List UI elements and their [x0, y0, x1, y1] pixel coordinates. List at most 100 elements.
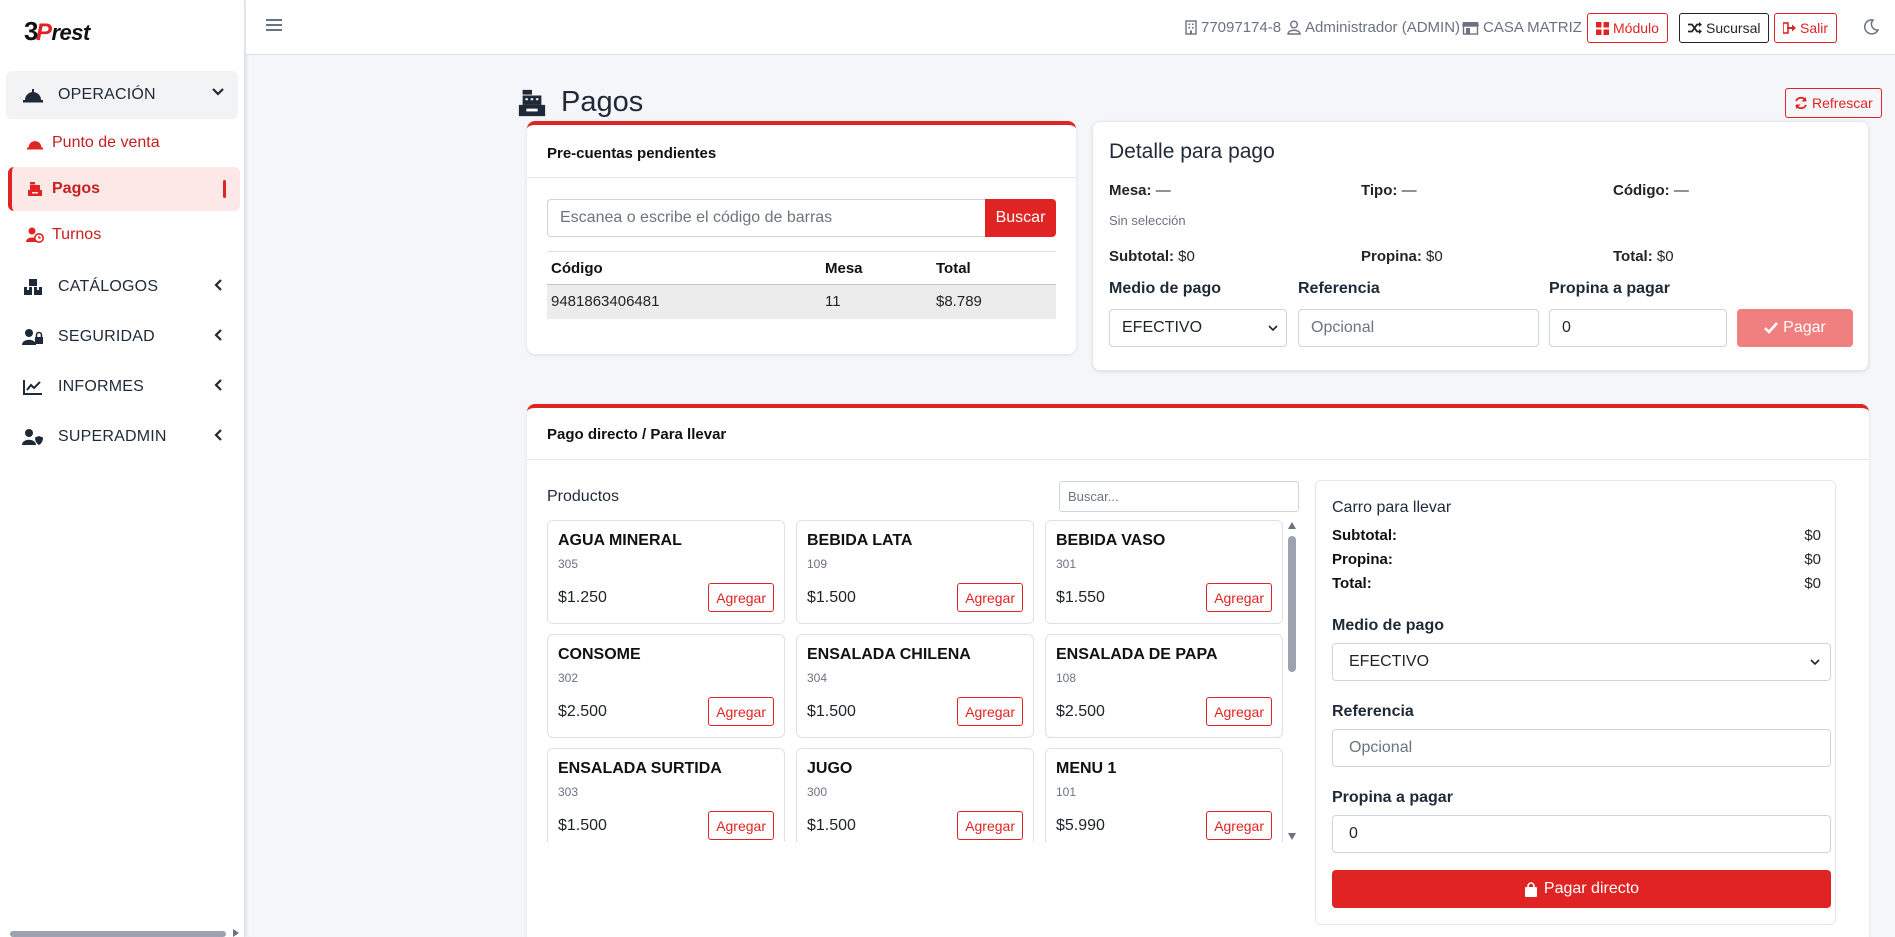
agregar-button[interactable]: Agregar: [1206, 583, 1272, 612]
agregar-button[interactable]: Agregar: [1206, 811, 1272, 840]
detalle-title: Detalle para pago: [1109, 140, 1275, 163]
product-search-input[interactable]: Buscar...: [1059, 481, 1299, 512]
shuffle-icon: [1688, 22, 1706, 34]
column-header: Código: [547, 251, 821, 285]
product-price: $1.550: [1056, 589, 1105, 606]
propina-pagar-label: Propina a pagar: [1549, 280, 1670, 297]
product-card: ENSALADA DE PAPA 108 $2.500 Agregar: [1045, 634, 1283, 738]
total-label: Total:: [1613, 248, 1653, 265]
moon-icon[interactable]: [1863, 19, 1879, 35]
sidebar-item-turnos[interactable]: Turnos: [8, 213, 240, 257]
user-icon: [1287, 20, 1305, 35]
product-name: MENU 1: [1056, 760, 1117, 777]
cart-referencia-input[interactable]: Opcional: [1332, 729, 1831, 767]
brand-logo[interactable]: 3Prest: [0, 0, 244, 62]
sidebar-section-label: SEGURIDAD: [58, 328, 155, 345]
menu-toggle-icon[interactable]: [266, 18, 282, 32]
precuentas-title: Pre-cuentas pendientes: [547, 145, 717, 162]
agregar-button[interactable]: Agregar: [708, 697, 774, 726]
codigo-label: Código:: [1613, 182, 1670, 199]
buscar-button[interactable]: Buscar: [985, 199, 1056, 237]
cash-register-icon: [26, 180, 44, 198]
sidebar-section-label: OPERACIÓN: [58, 86, 156, 103]
sidebar-section-catalogos[interactable]: CATÁLOGOS: [6, 263, 238, 311]
product-price: $1.500: [807, 703, 856, 720]
product-scrollbar[interactable]: [1285, 520, 1299, 842]
product-price: $5.990: [1056, 817, 1105, 834]
subtotal-field: Subtotal: $0: [1109, 248, 1195, 265]
product-name: ENSALADA CHILENA: [807, 646, 971, 663]
cart-total-row: Total: $0: [1332, 575, 1821, 592]
sidebar-item-label: Punto de venta: [52, 134, 160, 151]
product-card: CONSOME 302 $2.500 Agregar: [547, 634, 785, 738]
sidebar-item-label: Pagos: [52, 180, 101, 197]
sidebar-item-punto-de-venta[interactable]: Punto de venta: [8, 121, 240, 165]
logo-text: rest: [51, 19, 90, 45]
sidebar-scrollbar[interactable]: [10, 931, 226, 937]
sidebar-item-pagos[interactable]: Pagos: [8, 167, 240, 211]
agregar-button[interactable]: Agregar: [957, 697, 1023, 726]
medio-pago-value: EFECTIVO: [1122, 319, 1203, 336]
mesa-label: Mesa:: [1109, 182, 1152, 199]
product-name: CONSOME: [558, 646, 641, 663]
sucursal-button[interactable]: Sucursal: [1679, 13, 1770, 43]
subtotal-label: Subtotal:: [1109, 248, 1174, 265]
scroll-thumb[interactable]: [1288, 536, 1296, 672]
product-card: MENU 1 101 $5.990 Agregar: [1045, 748, 1283, 842]
agregar-button[interactable]: Agregar: [708, 583, 774, 612]
cart-propina-pagar-input[interactable]: 0: [1332, 815, 1831, 853]
salir-label: Salir: [1800, 20, 1829, 36]
propina-label: Propina:: [1361, 248, 1422, 265]
sidebar: 3Prest OPERACIÓN Punto de venta Pagos Tu…: [0, 0, 245, 937]
chevron-left-icon: [214, 379, 224, 391]
product-code: 304: [807, 671, 828, 685]
chevron-left-icon: [214, 429, 224, 441]
sidebar-section-operacion[interactable]: OPERACIÓN: [6, 71, 238, 119]
product-price: $2.500: [558, 703, 607, 720]
cart-total-value: $0: [1804, 575, 1821, 592]
cart-propina-value: $0: [1804, 551, 1821, 568]
product-code: 301: [1056, 557, 1077, 571]
cart-propina-label: Propina:: [1332, 551, 1393, 568]
chevron-down-icon: [1810, 658, 1820, 666]
modulo-button[interactable]: Módulo: [1587, 13, 1668, 43]
pagar-button[interactable]: Pagar: [1737, 309, 1853, 347]
barcode-search-input[interactable]: Escanea o escribe el código de barras: [547, 199, 985, 237]
product-price: $1.500: [558, 817, 607, 834]
scroll-right-icon[interactable]: [231, 929, 241, 937]
scroll-down-icon[interactable]: [1288, 833, 1296, 840]
cart-subtotal-label: Subtotal:: [1332, 527, 1397, 544]
medio-pago-select[interactable]: EFECTIVO: [1109, 309, 1287, 347]
product-name: AGUA MINERAL: [558, 532, 682, 549]
detalle-pago-card: Detalle para pago Mesa: — Tipo: — Código…: [1092, 121, 1869, 371]
refresh-button[interactable]: Refrescar: [1785, 88, 1882, 118]
building-icon: [1185, 20, 1201, 35]
sidebar-section-superadmin[interactable]: SUPERADMIN: [6, 413, 238, 461]
sidebar-section-seguridad[interactable]: SEGURIDAD: [6, 313, 238, 361]
referencia-input[interactable]: Opcional: [1298, 309, 1539, 347]
salir-button[interactable]: Salir: [1774, 13, 1838, 43]
scroll-up-icon[interactable]: [1288, 522, 1296, 529]
column-header: Total: [932, 251, 1056, 285]
table-row[interactable]: 9481863406481 11 $8.789: [547, 284, 1056, 319]
product-code: 101: [1056, 785, 1077, 799]
propina-pagar-input[interactable]: 0: [1549, 309, 1727, 347]
agregar-button[interactable]: Agregar: [1206, 697, 1272, 726]
cart-medio-pago-select[interactable]: EFECTIVO: [1332, 643, 1831, 681]
sidebar-section-informes[interactable]: INFORMES: [6, 363, 238, 411]
cell-codigo: 9481863406481: [547, 284, 821, 319]
chevron-left-icon: [214, 279, 224, 291]
product-price: $1.500: [807, 589, 856, 606]
check-icon: [1764, 322, 1783, 334]
chart-line-icon: [22, 377, 44, 397]
store-icon: [1462, 21, 1483, 35]
agregar-button[interactable]: Agregar: [957, 583, 1023, 612]
product-name: JUGO: [807, 760, 853, 777]
bell-service-icon: [26, 134, 44, 152]
agregar-button[interactable]: Agregar: [708, 811, 774, 840]
pago-directo-title: Pago directo / Para llevar: [547, 426, 727, 443]
rut-text: 77097174-8: [1201, 19, 1282, 36]
agregar-button[interactable]: Agregar: [957, 811, 1023, 840]
pagar-directo-button[interactable]: Pagar directo: [1332, 870, 1831, 908]
referencia-label: Referencia: [1298, 280, 1380, 297]
